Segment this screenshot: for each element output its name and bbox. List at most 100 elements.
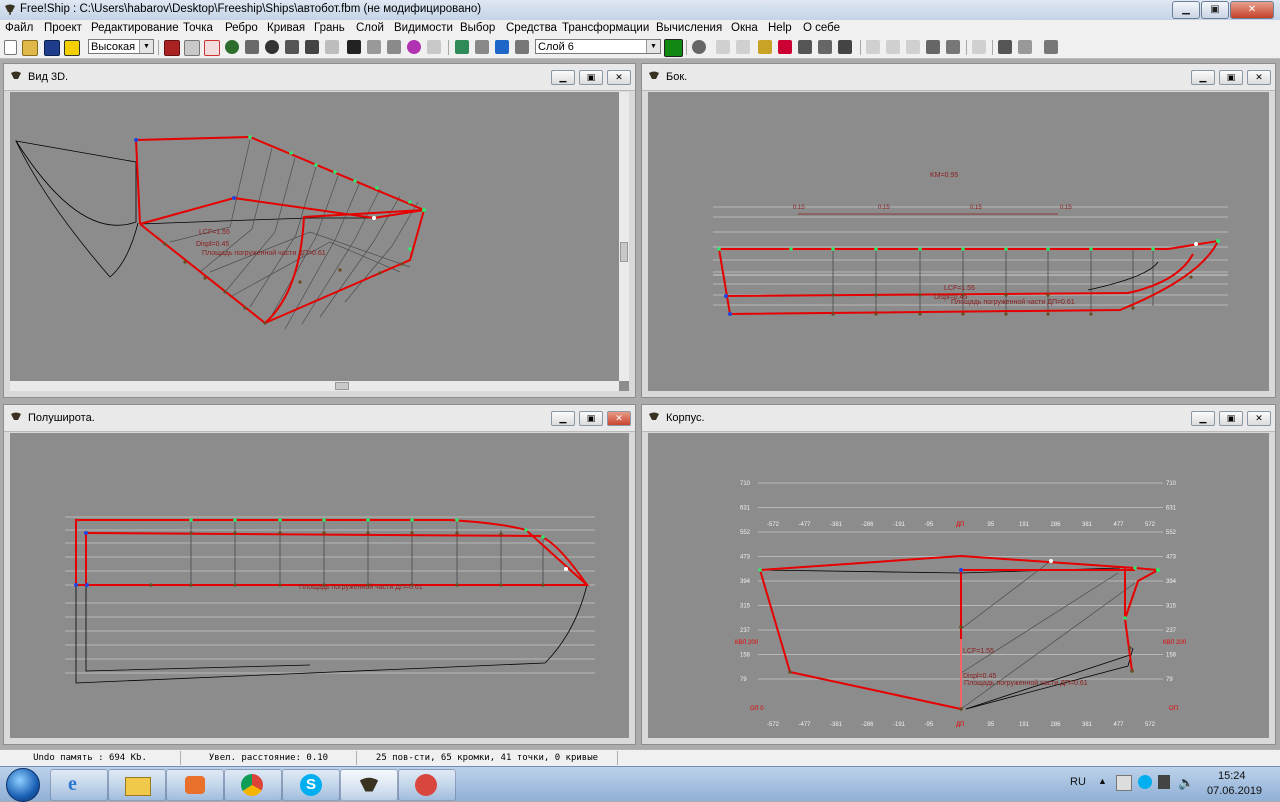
section-icon[interactable] — [367, 40, 381, 54]
hull-icon[interactable] — [347, 40, 361, 54]
menu-file[interactable]: Файл — [5, 22, 33, 34]
remove-points-icon[interactable] — [778, 40, 792, 54]
side-maximize-button[interactable]: ▣ — [1219, 70, 1243, 85]
body-minimize-button[interactable]: ▁ — [1191, 411, 1215, 426]
new-file-icon[interactable] — [4, 40, 17, 55]
mesh-icon[interactable] — [245, 40, 259, 54]
menu-curve[interactable]: Кривая — [267, 22, 305, 34]
globe-icon[interactable] — [225, 40, 239, 54]
unlock-all-icon[interactable] — [838, 40, 852, 54]
markers-icon[interactable] — [515, 40, 529, 54]
view3d-maximize-button[interactable]: ▣ — [579, 70, 603, 85]
new-point-icon[interactable] — [716, 40, 730, 54]
layer-select[interactable]: Слой 6 ▼ — [535, 39, 661, 54]
status-zoom: Увел. расстояние: 0.10 — [181, 751, 357, 765]
zebra-icon[interactable] — [305, 40, 319, 54]
view3d-vertical-scrollbar[interactable] — [619, 92, 629, 381]
close-button[interactable]: ✕ — [1230, 1, 1274, 19]
open-folder-icon[interactable] — [22, 40, 38, 56]
tray-show-hidden-icon[interactable]: ▲ — [1098, 776, 1107, 786]
eraser-icon[interactable] — [204, 40, 220, 56]
tray-time[interactable]: 15:24 — [1218, 770, 1246, 782]
tray-date[interactable]: 07.06.2019 — [1207, 785, 1262, 797]
interior-icon[interactable] — [495, 40, 509, 54]
menu-about[interactable]: О себе — [803, 22, 840, 34]
tray-skype-icon[interactable] — [1138, 775, 1152, 789]
lock-icon[interactable] — [798, 40, 812, 54]
view3d-window[interactable]: Вид 3D. ▁ ▣ ✕ LCF=1.55 Displ=0.45 Площад… — [3, 63, 636, 398]
plan-view-window[interactable]: Полуширота. ▁ ▣ ✕ Площадь погруженной ча… — [3, 404, 636, 745]
taskbar-app[interactable] — [398, 769, 456, 801]
shade-icon[interactable] — [285, 40, 299, 54]
body-maximize-button[interactable]: ▣ — [1219, 411, 1243, 426]
layer-color-swatch[interactable] — [664, 39, 683, 57]
tray-network-icon[interactable] — [1158, 775, 1170, 789]
plan-close-button[interactable]: ✕ — [607, 411, 631, 426]
side-view-canvas[interactable]: 0.15 0.15 0.15 0.15 KM=0.95 LCF=1.55 Dis… — [648, 92, 1269, 391]
grid-icon[interactable] — [164, 40, 180, 56]
maximize-button[interactable]: ▣ — [1201, 1, 1229, 19]
unlock-icon[interactable] — [818, 40, 832, 54]
taskbar-media-player[interactable] — [166, 769, 224, 801]
render-icon[interactable] — [325, 40, 339, 54]
view3d-horizontal-scrollbar[interactable] — [10, 381, 619, 391]
point-align-icon[interactable] — [736, 40, 750, 54]
menu-project[interactable]: Проект — [44, 22, 82, 34]
plan-view-canvas[interactable]: Площадь погруженной части ДП=0.61 — [10, 433, 629, 738]
menu-edge[interactable]: Ребро — [225, 22, 258, 34]
taskbar-freeship[interactable] — [340, 769, 398, 801]
layer-properties-icon[interactable] — [692, 40, 706, 54]
edge-extrude-icon[interactable] — [866, 40, 880, 54]
menu-calculations[interactable]: Вычисления — [656, 22, 722, 34]
menu-selection[interactable]: Выбор — [460, 22, 495, 34]
taskbar-chrome[interactable] — [224, 769, 282, 801]
edge-insert-icon[interactable] — [926, 40, 940, 54]
start-button[interactable] — [6, 768, 40, 802]
menu-edit[interactable]: Редактирование — [91, 22, 179, 34]
stations-icon[interactable] — [387, 40, 401, 54]
taskbar-skype[interactable]: S — [282, 769, 340, 801]
menu-visibility[interactable]: Видимости — [394, 22, 453, 34]
edge-crease-icon[interactable] — [946, 40, 960, 54]
edge-collapse-icon[interactable] — [906, 40, 920, 54]
edge-split-icon[interactable] — [886, 40, 900, 54]
tray-flag-icon[interactable] — [1116, 775, 1132, 791]
plan-maximize-button[interactable]: ▣ — [579, 411, 603, 426]
body-view-canvas[interactable]: 710 710 631 631 552 552 473 473 394 394 315 315 237 2… — [648, 433, 1269, 738]
collapse-point-icon[interactable] — [758, 40, 772, 54]
menu-tools[interactable]: Средства — [506, 22, 557, 34]
menu-transform[interactable]: Трансформации — [562, 22, 649, 34]
wireframe-icon[interactable] — [265, 40, 279, 54]
minimize-button[interactable]: ▁ — [1172, 1, 1200, 19]
curve-tool-icon[interactable] — [184, 40, 200, 56]
view3d-canvas[interactable]: LCF=1.55 Displ=0.45 Площадь погруженной … — [10, 92, 629, 391]
precision-select[interactable]: Высокая ▼ — [88, 39, 154, 54]
body-view-window[interactable]: Корпус. ▁ ▣ ✕ 710 710 631 631 552 552 473 473 394 3… — [641, 404, 1276, 745]
face-flip-icon[interactable] — [1018, 40, 1032, 54]
save-icon[interactable] — [44, 40, 60, 56]
hydrostatics-icon[interactable] — [1044, 40, 1058, 54]
menu-layer[interactable]: Слой — [356, 22, 384, 34]
plan-minimize-button[interactable]: ▁ — [551, 411, 575, 426]
menu-face[interactable]: Грань — [314, 22, 345, 34]
tray-language[interactable]: RU — [1070, 776, 1086, 788]
diagonal-icon[interactable] — [407, 40, 421, 54]
curve-new-icon[interactable] — [972, 40, 986, 54]
menu-help[interactable]: Help — [768, 22, 792, 34]
side-view-window[interactable]: Бок. ▁ ▣ ✕ 0.15 0.15 0.15 0.15 KM=0.95 L… — [641, 63, 1276, 398]
side-close-button[interactable]: ✕ — [1247, 70, 1271, 85]
face-new-icon[interactable] — [998, 40, 1012, 54]
body-close-button[interactable]: ✕ — [1247, 411, 1271, 426]
tray-volume-icon[interactable]: 🔈 — [1178, 775, 1194, 791]
taskbar-ie[interactable]: e — [50, 769, 108, 801]
normals-icon[interactable] — [455, 40, 469, 54]
side-minimize-button[interactable]: ▁ — [1191, 70, 1215, 85]
view3d-minimize-button[interactable]: ▁ — [551, 70, 575, 85]
menu-windows[interactable]: Окна — [731, 22, 758, 34]
control-net-icon[interactable] — [475, 40, 489, 54]
taskbar-explorer[interactable] — [108, 769, 166, 801]
view3d-close-button[interactable]: ✕ — [607, 70, 631, 85]
buttock-icon[interactable] — [427, 40, 441, 54]
import-icon[interactable] — [64, 40, 80, 56]
menu-point[interactable]: Точка — [183, 22, 213, 34]
